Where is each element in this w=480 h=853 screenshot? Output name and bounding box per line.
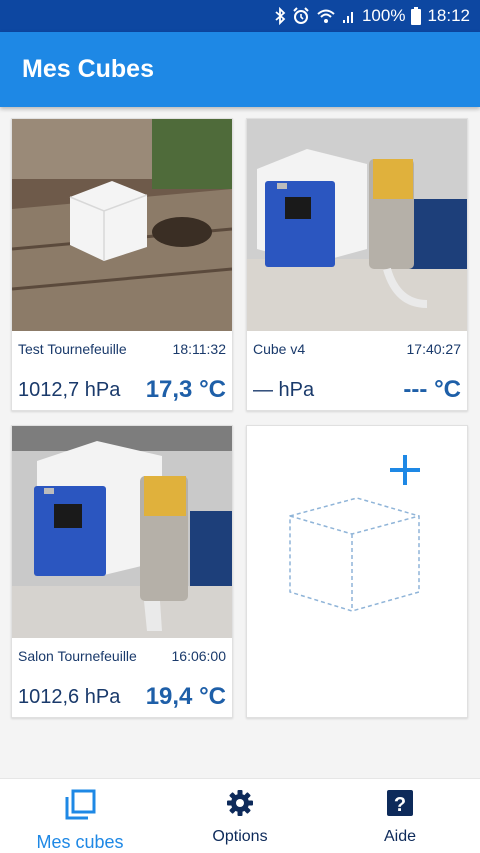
cube-photo <box>12 426 232 638</box>
gear-icon <box>226 789 254 822</box>
cube-pressure: 1012,6 hPa <box>18 686 121 708</box>
status-bar: 100% 18:12 <box>0 0 480 32</box>
signal-icon <box>342 8 356 24</box>
nav-label: Options <box>212 828 268 845</box>
cube-card[interactable]: Test Tournefeuille 18:11:32 1012,7 hPa 1… <box>11 118 233 411</box>
cube-card[interactable]: Salon Tournefeuille 16:06:00 1012,6 hPa … <box>11 425 233 718</box>
nav-mes-cubes[interactable]: Mes cubes <box>0 779 160 853</box>
cube-name: Salon Tournefeuille <box>18 648 137 664</box>
add-cube-card[interactable] <box>246 425 468 718</box>
cube-time: 18:11:32 <box>172 341 226 357</box>
nav-label: Mes cubes <box>36 832 124 852</box>
cube-name: Cube v4 <box>253 341 306 357</box>
battery-percent: 100% <box>361 6 406 25</box>
cube-pressure: 1012,7 hPa <box>18 379 121 401</box>
battery-icon <box>411 7 422 25</box>
nav-options[interactable]: Options <box>160 779 320 853</box>
nav-aide[interactable]: ? Aide <box>320 779 480 853</box>
alarm-icon <box>292 7 310 25</box>
svg-text:?: ? <box>394 794 406 816</box>
cube-pressure: — hPa <box>253 379 315 401</box>
page-title: Mes Cubes <box>22 55 154 83</box>
cube-photo <box>247 119 467 331</box>
bottom-nav: Mes cubes Options ? Aide <box>0 778 480 853</box>
cube-time: 17:40:27 <box>406 341 462 357</box>
cube-photo <box>12 119 232 331</box>
help-icon: ? <box>387 789 413 822</box>
cube-outline-icon <box>287 496 422 614</box>
app-bar: Mes Cubes <box>0 32 480 107</box>
plus-icon[interactable] <box>387 452 423 488</box>
cube-temperature: 17,3 °C <box>145 376 226 403</box>
clock: 18:12 <box>427 6 470 25</box>
wifi-icon <box>316 8 336 24</box>
cube-card[interactable]: Cube v4 17:40:27 — hPa --- °C <box>246 118 468 411</box>
bluetooth-icon <box>274 7 286 25</box>
cube-name: Test Tournefeuille <box>18 341 127 357</box>
cubes-icon <box>64 789 96 826</box>
nav-label: Aide <box>383 828 417 845</box>
cube-temperature: --- °C <box>403 376 461 403</box>
cube-time: 16:06:00 <box>171 648 227 664</box>
cube-temperature: 19,4 °C <box>145 683 226 710</box>
